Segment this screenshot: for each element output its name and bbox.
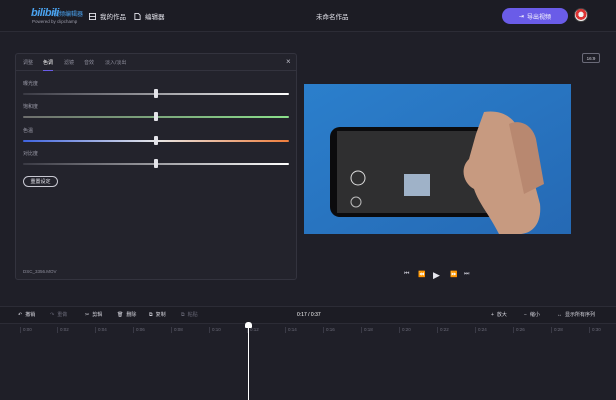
copy-button[interactable]: ⧉ 复制	[149, 311, 166, 319]
slider-label-saturation: 饱和度	[23, 104, 39, 110]
fast-forward-icon[interactable]: ⏩	[450, 271, 457, 278]
grid-icon	[89, 12, 96, 20]
video-preview[interactable]	[304, 84, 571, 234]
ruler-tick: 0:28	[551, 327, 563, 333]
zoom-in-button[interactable]: + 放大	[491, 311, 507, 319]
tab-fade[interactable]: 淡入/淡出	[105, 59, 126, 66]
app-logo[interactable]: bilibili 视频编辑器 Powered by clipchamp	[31, 7, 84, 25]
zoom-in-label: 放大	[496, 312, 507, 318]
ruler-tick: 0:04	[95, 327, 107, 333]
trash-icon: 🗑	[117, 311, 124, 318]
preview-frame	[304, 84, 571, 234]
document-title[interactable]: 未命名作品	[316, 11, 349, 21]
slider-label-contrast: 对比度	[23, 151, 39, 157]
tab-tone[interactable]: 色调	[43, 59, 54, 71]
adjust-panel: 调整 色调 滤镜 音效 淡入/淡出 × 曝光度 饱和度 色温 对比度 重置设定 …	[15, 53, 297, 280]
ruler-tick: 0:30	[589, 327, 601, 333]
ruler-tick: 0:02	[57, 327, 69, 333]
copy-icon: ⧉	[149, 311, 153, 318]
export-icon: ⇥	[518, 13, 524, 20]
avatar[interactable]	[574, 8, 588, 22]
export-label: 导出视频	[527, 14, 552, 21]
clip-filename: DSC_3356.MOV	[23, 269, 57, 274]
scissors-icon: ✂	[85, 311, 90, 318]
logo-subtitle: Powered by clipchamp	[32, 19, 78, 24]
ruler-tick: 0:16	[323, 327, 335, 333]
logo-name: 视频编辑器	[53, 12, 84, 18]
slider-label-temperature: 色温	[23, 128, 34, 134]
skip-forward-icon[interactable]: ⏭	[464, 271, 469, 278]
paste-icon: ⧉	[181, 311, 185, 318]
tab-filter[interactable]: 滤镜	[64, 59, 74, 66]
fit-icon: ↔	[557, 311, 562, 318]
saturation-slider-thumb[interactable]	[154, 112, 158, 121]
panel-tabs: 调整 色调 滤镜 音效 淡入/淡出 ×	[16, 54, 296, 71]
undo-button[interactable]: ↶ 撤销	[18, 311, 36, 319]
nav-my-works[interactable]: 我的作品	[89, 11, 126, 21]
timeline-track-area[interactable]	[0, 336, 616, 400]
time-readout: 0:17 / 0:37	[297, 312, 321, 318]
ruler-tick: 0:06	[133, 327, 145, 333]
reset-button[interactable]: 重置设定	[23, 176, 58, 187]
split-button[interactable]: ✂ 剪辑	[85, 311, 103, 319]
timeline-toolbar: ↶ 撤销 ↷ 重做 ✂ 剪辑 🗑 删除 ⧉ 复制 ⧉ 粘贴 0:17 / 0:3…	[0, 306, 616, 324]
ruler-tick: 0:22	[437, 327, 449, 333]
nav-editor-label: 编辑器	[145, 14, 165, 21]
zoom-out-button[interactable]: − 缩小	[524, 311, 540, 319]
ruler-tick: 0:18	[361, 327, 373, 333]
ruler-tick: 0:26	[513, 327, 525, 333]
nav-my-works-label: 我的作品	[100, 14, 126, 21]
close-icon[interactable]: ×	[286, 57, 291, 66]
playhead-handle[interactable]	[245, 322, 252, 328]
delete-label: 删除	[126, 312, 137, 318]
document-icon	[134, 12, 141, 20]
rewind-icon[interactable]: ⏪	[418, 271, 425, 278]
minus-icon: −	[524, 311, 527, 318]
paste-label: 粘贴	[187, 312, 198, 318]
redo-icon: ↷	[50, 311, 55, 318]
nav-editor[interactable]: 编辑器	[134, 11, 165, 21]
exposure-slider-thumb[interactable]	[154, 89, 158, 98]
contrast-slider-thumb[interactable]	[154, 159, 158, 168]
timeline-ruler[interactable]: 0:00 0:02 0:04 0:06 0:08 0:10 0:12 0:14 …	[0, 324, 616, 336]
export-button[interactable]: ⇥ 导出视频	[502, 8, 568, 24]
slider-label-exposure: 曝光度	[23, 81, 39, 87]
playhead[interactable]	[248, 323, 249, 400]
skip-back-icon[interactable]: ⏮	[404, 271, 409, 278]
tab-sound[interactable]: 音效	[84, 59, 94, 66]
ruler-tick: 0:14	[285, 327, 297, 333]
copy-label: 复制	[155, 312, 166, 318]
ruler-tick: 0:10	[209, 327, 221, 333]
aspect-ratio-button[interactable]: 16:9	[582, 53, 600, 63]
tab-adjust[interactable]: 调整	[23, 59, 33, 66]
undo-label: 撤销	[25, 312, 36, 318]
delete-button[interactable]: 🗑 删除	[117, 311, 137, 319]
redo-label: 重做	[57, 312, 68, 318]
redo-button[interactable]: ↷ 重做	[50, 311, 68, 319]
ruler-tick: 0:24	[475, 327, 487, 333]
fit-label: 显示所有序列	[565, 312, 596, 318]
split-label: 剪辑	[92, 312, 103, 318]
plus-icon: +	[491, 311, 494, 318]
temperature-slider-thumb[interactable]	[154, 136, 158, 145]
fit-all-button[interactable]: ↔ 显示所有序列	[557, 311, 596, 319]
top-bar: bilibili 视频编辑器 Powered by clipchamp 我的作品…	[0, 0, 616, 32]
paste-button[interactable]: ⧉ 粘贴	[181, 311, 198, 319]
ruler-tick: 0:00	[20, 327, 32, 333]
zoom-out-label: 缩小	[529, 312, 540, 318]
undo-icon: ↶	[18, 311, 23, 318]
play-icon[interactable]: ▶	[433, 270, 440, 281]
ruler-tick: 0:08	[171, 327, 183, 333]
ruler-tick: 0:20	[399, 327, 411, 333]
